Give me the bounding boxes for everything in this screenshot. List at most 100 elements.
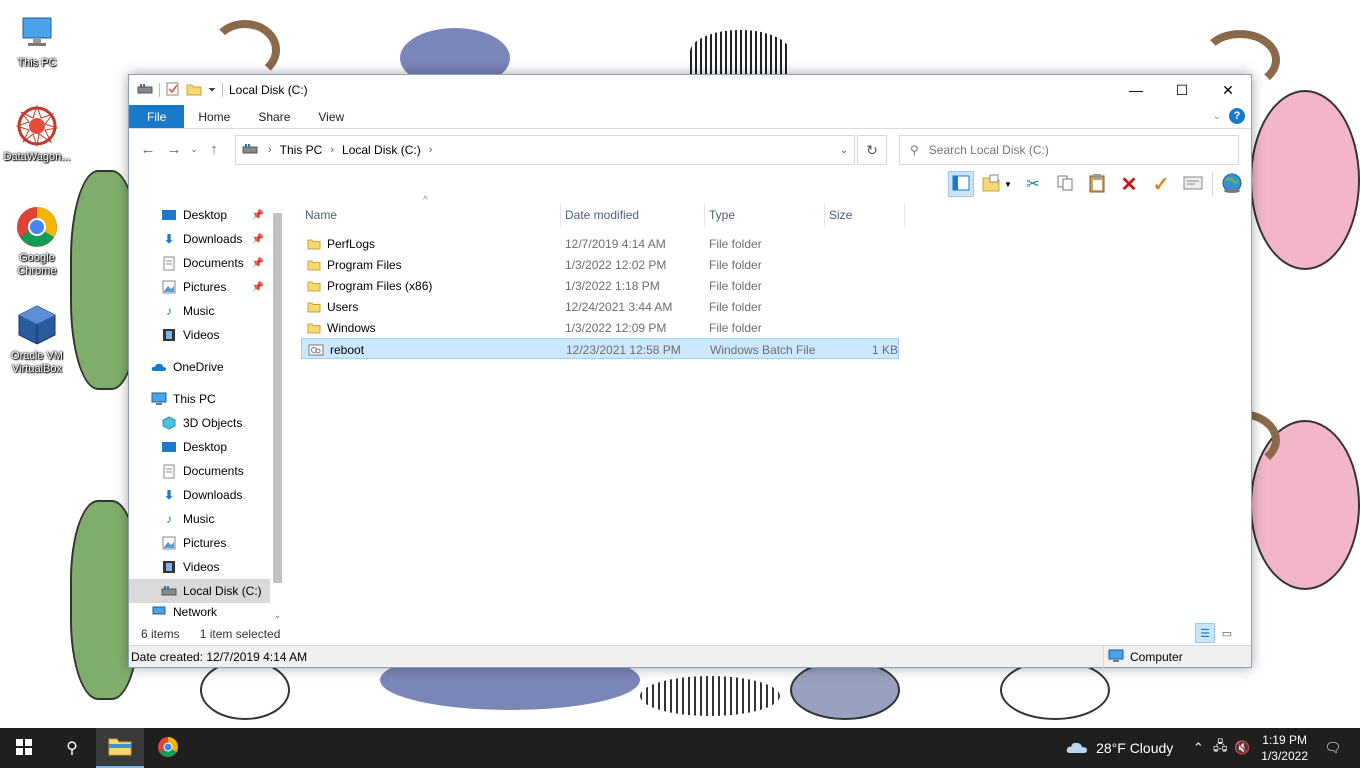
- desktop-shortcut-chrome[interactable]: Google Chrome: [0, 205, 74, 278]
- title-bar[interactable]: ⏷ Local Disk (C:) — ☐ ✕: [129, 75, 1251, 105]
- file-row[interactable]: Users 12/24/2021 3:44 AM File folder: [301, 296, 899, 317]
- expand-ribbon-icon[interactable]: ⌄: [1213, 111, 1221, 122]
- nav-item-label: Desktop: [183, 208, 228, 222]
- nav-item-network[interactable]: Network: [129, 603, 270, 619]
- nav-scrollbar[interactable]: ⌄: [270, 203, 285, 623]
- large-icons-view-icon: ▭: [1221, 627, 1233, 640]
- maximize-button[interactable]: ☐: [1159, 75, 1205, 105]
- nav-item-downloads-2[interactable]: ⬇ Downloads: [129, 483, 270, 507]
- tab-share[interactable]: Share: [244, 105, 304, 128]
- desktop-shortcut-this-pc[interactable]: This PC: [0, 10, 74, 70]
- back-button[interactable]: ←: [135, 136, 161, 162]
- file-size: [829, 275, 897, 296]
- nav-item-desktop-2[interactable]: Desktop: [129, 435, 270, 459]
- nav-item-label: 3D Objects: [183, 416, 243, 430]
- file-row[interactable]: Windows 1/3/2022 12:09 PM File folder: [301, 317, 899, 338]
- customize-qat-icon[interactable]: ⏷: [208, 85, 216, 96]
- nav-item-pictures-2[interactable]: Pictures: [129, 531, 270, 555]
- file-name: Users: [327, 299, 359, 314]
- scroll-down-icon[interactable]: ⌄: [270, 610, 285, 621]
- breadcrumb-label: This PC: [279, 143, 323, 157]
- file-name-cell: Windows: [307, 317, 376, 338]
- close-button[interactable]: ✕: [1205, 75, 1251, 105]
- copy-button[interactable]: [1052, 171, 1078, 197]
- search-input[interactable]: [928, 143, 1219, 157]
- nav-item-label: OneDrive: [173, 360, 224, 374]
- file-row[interactable]: reboot 12/23/2021 12:58 PM Windows Batch F…: [301, 338, 899, 359]
- search-box[interactable]: ⚲: [899, 135, 1239, 165]
- breadcrumb-this-pc[interactable]: This PC ›: [280, 143, 334, 157]
- delete-button[interactable]: ✕: [1116, 171, 1142, 197]
- tab-view[interactable]: View: [304, 105, 358, 128]
- desktop-shortcut-virtualbox[interactable]: Oracle VM VirtualBox: [0, 303, 74, 376]
- taskbar-file-explorer[interactable]: [96, 728, 144, 768]
- globe-button[interactable]: [1219, 171, 1245, 197]
- desktop-shortcut-datawagon[interactable]: DataWagon...: [0, 104, 74, 164]
- nav-item-label: Documents: [183, 464, 244, 478]
- tab-home[interactable]: Home: [184, 105, 244, 128]
- nav-item-label: Downloads: [183, 488, 243, 502]
- breadcrumb-local-disk[interactable]: Local Disk (C:) ›: [342, 143, 432, 157]
- paste-button[interactable]: [1084, 171, 1110, 197]
- file-list: ^ Name Date modified Type Size PerfLogs 1…: [301, 195, 1241, 623]
- chevron-up-icon[interactable]: ⌃: [1187, 740, 1209, 756]
- new-folder-icon[interactable]: [186, 82, 202, 99]
- navigation-pane-button[interactable]: [948, 171, 974, 197]
- column-header-size[interactable]: Size: [825, 203, 905, 227]
- this-pc-icon: [15, 10, 59, 54]
- file-row[interactable]: Program Files 1/3/2022 12:02 PM File folde…: [301, 254, 899, 275]
- tab-file[interactable]: File: [129, 105, 185, 128]
- start-button[interactable]: [0, 728, 48, 768]
- minimize-button[interactable]: —: [1113, 75, 1159, 105]
- details-bar: Date created: 12/7/2019 4:14 AM Computer: [129, 645, 1251, 668]
- file-name: Windows: [327, 320, 376, 335]
- breadcrumb-separator[interactable]: ›: [268, 144, 272, 156]
- nav-item-local-disk[interactable]: Local Disk (C:): [129, 579, 270, 603]
- cloud-icon: [1066, 740, 1088, 757]
- help-icon[interactable]: ?: [1229, 108, 1245, 124]
- scrollbar-thumb[interactable]: [273, 213, 282, 583]
- volume-muted-icon[interactable]: 🔇: [1231, 740, 1253, 756]
- recent-locations-button[interactable]: ⌄: [187, 136, 201, 162]
- nav-item-videos[interactable]: Videos: [129, 323, 270, 347]
- rename-button[interactable]: ✓: [1148, 171, 1174, 197]
- nav-item-documents[interactable]: Documents 📌: [129, 251, 270, 275]
- nav-item-pictures[interactable]: Pictures 📌: [129, 275, 270, 299]
- file-date: 1/3/2022 1:18 PM: [565, 278, 660, 293]
- address-bar[interactable]: › This PC › Local Disk (C:) › ⌄: [235, 135, 855, 165]
- nav-item-desktop[interactable]: Desktop 📌: [129, 203, 270, 227]
- nav-item-documents-2[interactable]: Documents: [129, 459, 270, 483]
- notifications-icon[interactable]: 🗨: [1320, 740, 1346, 756]
- nav-item-music-2[interactable]: ♪ Music: [129, 507, 270, 531]
- address-history-dropdown[interactable]: ⌄: [834, 136, 854, 164]
- weather-widget[interactable]: 28°F Cloudy: [1066, 740, 1173, 757]
- column-header-name[interactable]: Name: [301, 203, 561, 227]
- nav-item-onedrive[interactable]: OneDrive: [129, 355, 270, 379]
- file-name-cell: Program Files (x86): [307, 275, 432, 296]
- forward-button[interactable]: →: [161, 136, 187, 162]
- nav-item-music[interactable]: ♪ Music: [129, 299, 270, 323]
- nav-item-this-pc[interactable]: This PC: [129, 387, 270, 411]
- file-row[interactable]: Program Files (x86) 1/3/2022 1:18 PM File …: [301, 275, 899, 296]
- up-button[interactable]: ↑: [201, 136, 227, 162]
- nav-item-3d-objects[interactable]: 3D Objects: [129, 411, 270, 435]
- nav-item-videos-2[interactable]: Videos: [129, 555, 270, 579]
- column-header-type[interactable]: Type: [705, 203, 825, 227]
- details-view-button[interactable]: ☰: [1195, 623, 1215, 643]
- properties-button[interactable]: [1180, 171, 1206, 197]
- up-arrow-icon: ↑: [210, 140, 218, 158]
- new-item-button[interactable]: ▼: [980, 171, 1014, 197]
- cut-button[interactable]: ✂: [1020, 171, 1046, 197]
- network-status-icon[interactable]: 🖧: [1209, 737, 1231, 759]
- taskbar-chrome[interactable]: [144, 728, 192, 768]
- item-count: 6 items: [141, 627, 180, 641]
- search-button[interactable]: ⚲: [48, 728, 96, 768]
- refresh-button[interactable]: ↻: [857, 135, 887, 165]
- clock[interactable]: 1:19 PM 1/3/2022: [1261, 732, 1308, 764]
- file-row[interactable]: PerfLogs 12/7/2019 4:14 AM File folder: [301, 233, 899, 254]
- large-icons-view-button[interactable]: ▭: [1217, 623, 1237, 643]
- nav-item-downloads[interactable]: ⬇ Downloads 📌: [129, 227, 270, 251]
- column-header-date[interactable]: Date modified: [561, 203, 705, 227]
- properties-icon[interactable]: [166, 82, 180, 99]
- nav-item-label: Music: [183, 512, 215, 526]
